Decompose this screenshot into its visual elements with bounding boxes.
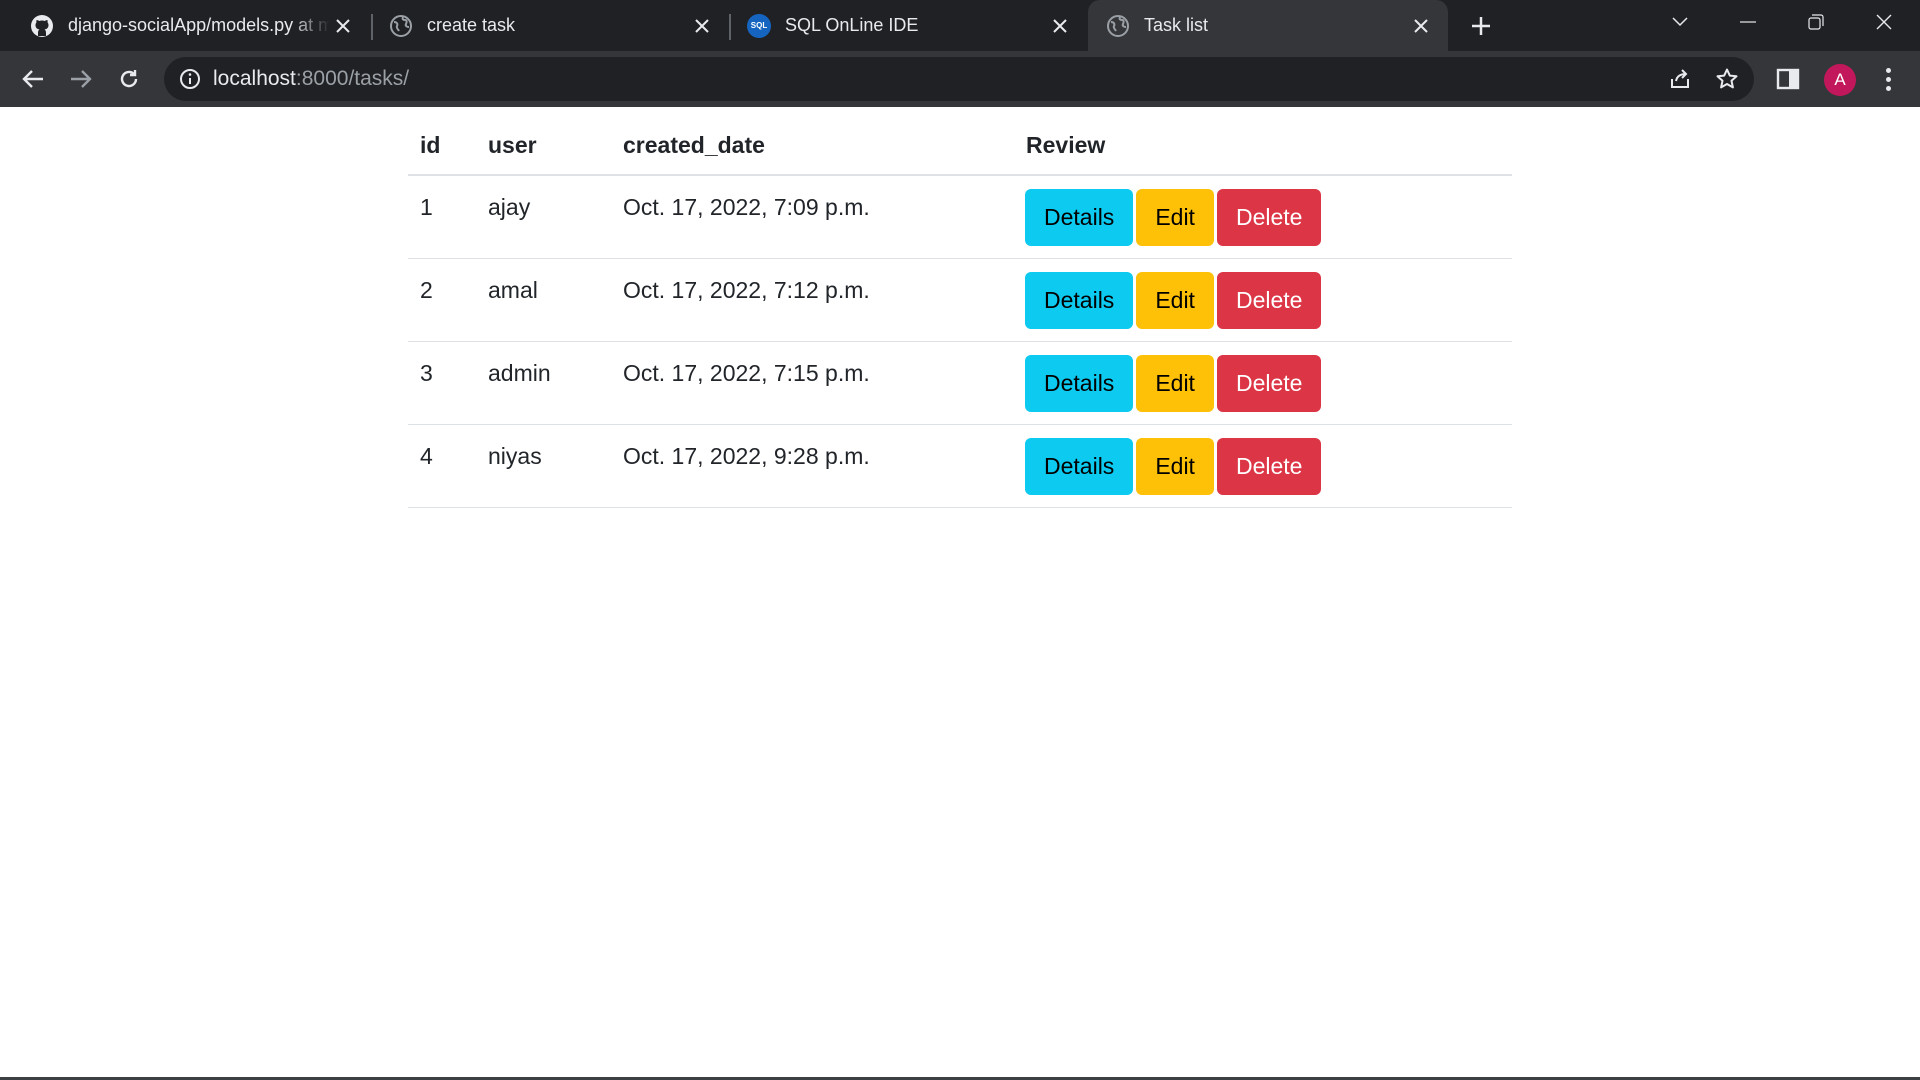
reload-icon (120, 70, 138, 88)
url-path: :8000/tasks/ (295, 67, 410, 90)
edit-button[interactable]: Edit (1136, 437, 1214, 495)
sql-icon: SQL (747, 13, 771, 38)
tab-title: SQL OnLine IDE (785, 15, 919, 35)
page-content: id user created_date Review 1 ajay Oct. … (0, 107, 1920, 1080)
minimize-button[interactable] (1720, 0, 1776, 44)
edit-button[interactable]: Edit (1136, 271, 1214, 329)
share-icon[interactable] (1668, 67, 1692, 91)
url-text[interactable]: localhost:8000/tasks/ (213, 67, 409, 91)
tasks-table: id user created_date Review 1 ajay Oct. … (408, 117, 1512, 508)
cell-user: admin (476, 341, 611, 425)
header-id: id (408, 117, 476, 176)
restore-button[interactable] (1788, 0, 1844, 44)
reload-button[interactable] (111, 61, 147, 97)
close-tab-icon[interactable] (1047, 13, 1073, 39)
cell-created-date: Oct. 17, 2022, 7:15 p.m. (611, 341, 1014, 425)
details-button[interactable]: Details (1025, 437, 1134, 495)
cell-actions: Details Edit Delete (1014, 175, 1512, 259)
menu-kebab-icon[interactable] (1876, 65, 1900, 93)
cell-actions: Details Edit Delete (1014, 341, 1512, 425)
new-tab-button[interactable] (1464, 9, 1498, 43)
delete-button[interactable]: Delete (1216, 189, 1322, 246)
info-icon[interactable] (178, 67, 202, 91)
address-bar[interactable]: localhost:8000/tasks/ (164, 57, 1754, 101)
cell-id: 1 (408, 175, 476, 259)
table-row: 1 ajay Oct. 17, 2022, 7:09 p.m. Details E… (408, 175, 1512, 259)
browser-toolbar: localhost:8000/tasks/ A (0, 51, 1920, 107)
tab-sql-online-ide[interactable]: SQL SQL OnLine IDE (731, 0, 1087, 51)
details-button[interactable]: Details (1025, 189, 1134, 246)
github-icon (31, 14, 53, 37)
header-created-date: created_date (611, 117, 1014, 176)
cell-created-date: Oct. 17, 2022, 9:28 p.m. (611, 424, 1014, 508)
restore-icon (1808, 14, 1824, 30)
edit-button[interactable]: Edit (1136, 189, 1214, 246)
cell-created-date: Oct. 17, 2022, 7:12 p.m. (611, 258, 1014, 342)
details-button[interactable]: Details (1025, 354, 1134, 412)
header-review: Review (1014, 117, 1512, 176)
minimize-icon (1740, 21, 1756, 23)
back-button[interactable] (15, 61, 51, 97)
cell-user: niyas (476, 424, 611, 508)
tab-task-list[interactable]: Task list (1088, 0, 1448, 51)
edit-button[interactable]: Edit (1136, 354, 1214, 412)
cell-id: 3 (408, 341, 476, 425)
side-panel-icon[interactable] (1776, 67, 1800, 91)
close-window-button[interactable] (1856, 0, 1912, 44)
tab-strip: django-socialApp/models.py at m create t… (0, 0, 1920, 51)
globe-icon (1107, 14, 1129, 37)
cell-id: 4 (408, 424, 476, 508)
bookmark-star-icon[interactable] (1715, 67, 1739, 91)
tab-title: Task list (1144, 15, 1209, 35)
cell-actions: Details Edit Delete (1014, 258, 1512, 342)
cell-user: amal (476, 258, 611, 342)
arrow-left-icon (22, 70, 43, 88)
close-tab-icon[interactable] (330, 13, 356, 39)
table-row: 2 amal Oct. 17, 2022, 7:12 p.m. Details E… (408, 258, 1512, 342)
cell-actions: Details Edit Delete (1014, 424, 1512, 508)
delete-button[interactable]: Delete (1216, 271, 1322, 329)
cell-created-date: Oct. 17, 2022, 7:09 p.m. (611, 175, 1014, 259)
arrow-right-icon (71, 70, 92, 88)
header-user: user (476, 117, 611, 176)
tab-title: create task (427, 15, 516, 35)
tab-title: django-socialApp/models.py at m (68, 15, 330, 35)
forward-button[interactable] (63, 61, 99, 97)
profile-avatar[interactable]: A (1824, 64, 1856, 96)
cell-id: 2 (408, 258, 476, 342)
delete-button[interactable]: Delete (1216, 437, 1322, 495)
chevron-down-icon (1672, 17, 1688, 27)
table-header-row: id user created_date Review (408, 117, 1512, 176)
table-row: 3 admin Oct. 17, 2022, 7:15 p.m. Details… (408, 341, 1512, 425)
tab-github-models[interactable]: django-socialApp/models.py at m (0, 0, 370, 51)
url-host: localhost (213, 67, 296, 90)
close-tab-icon[interactable] (689, 13, 715, 39)
close-icon (1876, 14, 1892, 30)
table-row: 4 niyas Oct. 17, 2022, 9:28 p.m. Details… (408, 424, 1512, 508)
cell-user: ajay (476, 175, 611, 259)
plus-icon (1472, 17, 1490, 35)
details-button[interactable]: Details (1025, 271, 1134, 329)
globe-icon (390, 14, 412, 37)
tab-create-task[interactable]: create task (373, 0, 729, 51)
close-tab-icon[interactable] (1408, 13, 1434, 39)
delete-button[interactable]: Delete (1216, 354, 1322, 412)
tab-search-button[interactable] (1652, 0, 1708, 44)
